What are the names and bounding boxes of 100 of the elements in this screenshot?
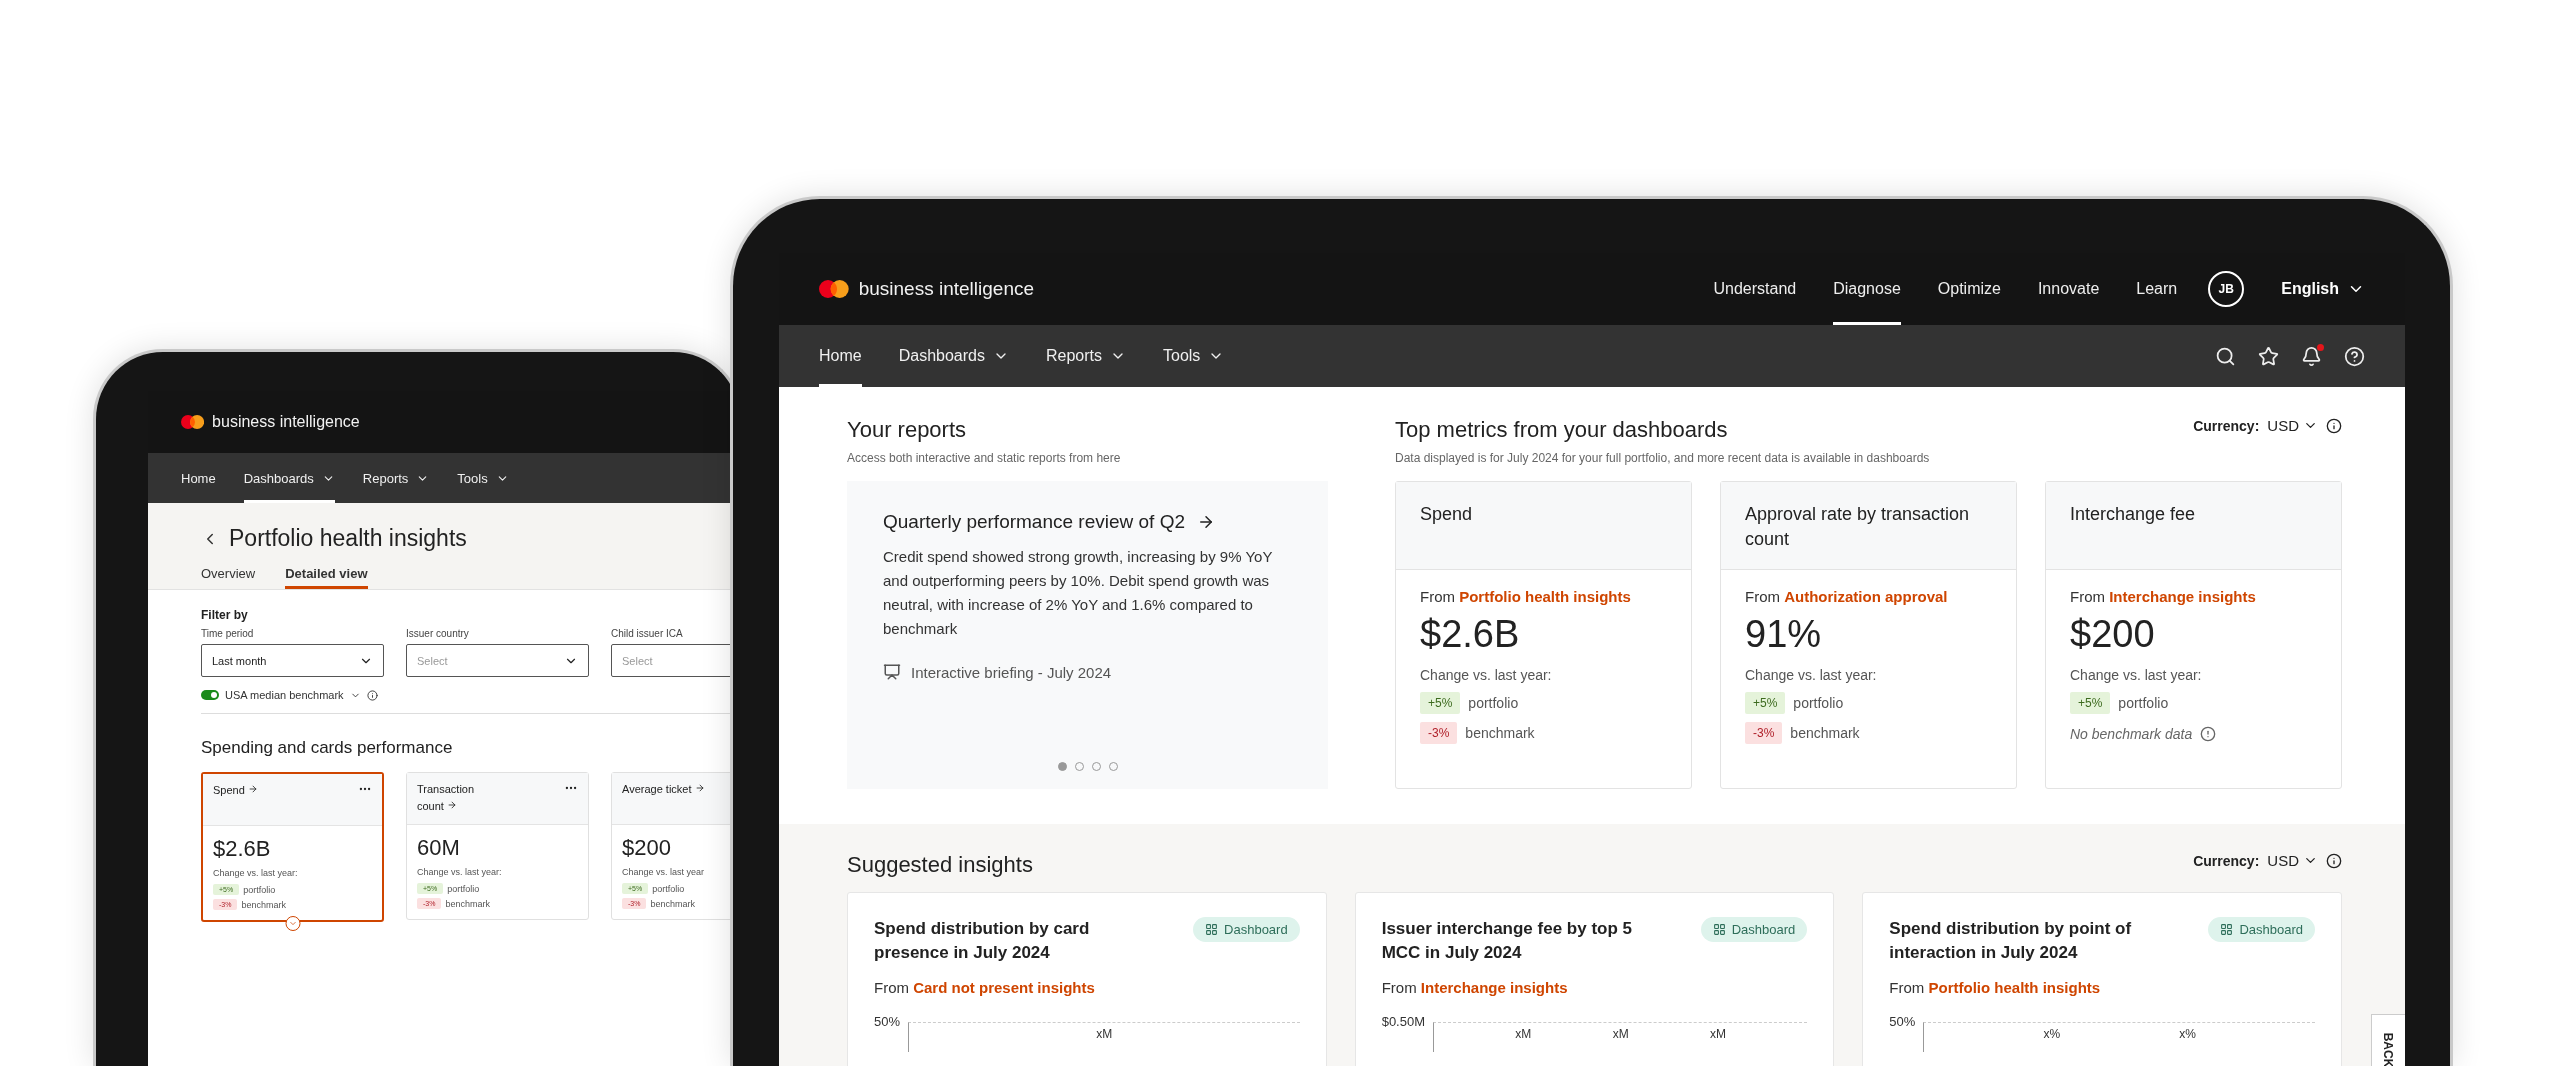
change-caption: Change vs. last year:	[417, 867, 502, 877]
change-label: portfolio	[1468, 695, 1519, 711]
bar-value-label: xM	[1709, 1026, 1726, 1043]
logo-icon	[181, 415, 205, 429]
no-data-note: No benchmark data	[2070, 726, 2193, 742]
filter-label: Child issuer ICA	[611, 628, 684, 639]
change-label: benchmark	[1790, 725, 1860, 741]
nav-item[interactable]: Reports	[362, 453, 430, 503]
search-icon[interactable]	[2215, 345, 2236, 367]
metric-value: 60M	[417, 835, 461, 861]
help-icon[interactable]	[2344, 345, 2365, 367]
source-link[interactable]: Interchange insights	[2109, 588, 2256, 605]
currency-label: Currency:	[2193, 852, 2260, 869]
top-nav-link[interactable]: Understand	[1713, 253, 1797, 325]
nav-item[interactable]: Home	[181, 453, 216, 503]
arrow-icon	[1197, 513, 1215, 531]
section-title: Your reports	[847, 417, 968, 443]
change-badge: -3%	[1420, 722, 1458, 744]
report-title[interactable]: Quarterly performance review of Q2	[883, 511, 1292, 533]
dashboard-tag: Dashboard	[1193, 917, 1300, 942]
bar-value-label: xM	[1612, 1026, 1629, 1043]
notifications-icon[interactable]	[2301, 345, 2322, 367]
bar-value-label: x%	[2179, 1026, 2196, 1043]
card-title[interactable]: Spend	[213, 782, 258, 799]
caret-icon	[288, 919, 297, 928]
user-avatar[interactable]: JB	[2208, 271, 2245, 307]
source-text: From Card not present insights	[874, 978, 1096, 996]
nav-item[interactable]: Tools	[1163, 325, 1225, 387]
star-icon[interactable]	[2258, 345, 2279, 367]
card-title: Spend	[1420, 503, 1474, 526]
filter-label: Time period	[201, 628, 255, 639]
info-icon[interactable]	[2326, 417, 2342, 434]
bar-value-label: x%	[2043, 1026, 2061, 1043]
nav-item[interactable]: Tools	[457, 453, 509, 503]
section-title: Top metrics from your dashboards	[1395, 417, 1729, 443]
insight-card[interactable]: Spend distribution by point of interaction in July 2024 Dashboard From Portfolio health insights 50% x% x%	[1862, 892, 2342, 1066]
source-text: From Portfolio health insights	[1420, 588, 1632, 605]
change-badge: +5%	[1420, 692, 1461, 714]
change-label: portfolio	[1793, 695, 1844, 711]
alert-icon	[2200, 726, 2217, 742]
info-icon[interactable]	[366, 689, 378, 701]
arrow-icon	[447, 799, 457, 810]
pager-dot[interactable]	[1057, 762, 1067, 771]
language-select[interactable]: English	[2281, 280, 2365, 298]
metric-value: $200	[2070, 613, 2156, 656]
change-label: portfolio	[447, 883, 480, 894]
report-type: Interactive briefing - July 2024	[911, 663, 1112, 681]
change-label: benchmark	[650, 898, 695, 909]
source-link[interactable]: Card not present insights	[913, 978, 1095, 996]
change-label: portfolio	[652, 883, 685, 894]
currency-select[interactable]: USD	[2267, 417, 2318, 434]
nav-item[interactable]: Home	[819, 325, 862, 387]
presentation-icon	[883, 663, 901, 681]
bar-value-label: xM	[1515, 1026, 1532, 1043]
insight-card[interactable]: Spend distribution by card presence in July 2024 Dashboard From Card not present insights 50% xM	[847, 892, 1327, 1066]
change-caption: Change vs. last year:	[2070, 667, 2202, 683]
axis-tick-label: 50%	[874, 1013, 901, 1029]
nav-item[interactable]: Reports	[1045, 325, 1126, 387]
currency-select[interactable]: USD	[2267, 852, 2318, 869]
dashboard-tag: Dashboard	[1700, 917, 1808, 942]
logo-icon	[819, 280, 849, 298]
top-nav-link[interactable]: Learn	[2136, 253, 2178, 325]
brand-name: business intelligence	[212, 413, 360, 431]
arrow-icon	[694, 783, 705, 793]
grid-icon	[2220, 923, 2234, 936]
change-label: benchmark	[1465, 725, 1535, 741]
tab[interactable]: Overview	[201, 562, 256, 589]
axis-tick-label: 50%	[1889, 1013, 1916, 1029]
change-caption: Change vs. last year:	[213, 868, 298, 878]
top-nav-link[interactable]: Innovate	[2037, 253, 2100, 325]
nav-item[interactable]: Dashboards	[898, 325, 1009, 387]
info-icon[interactable]	[2326, 852, 2342, 869]
filter-label: Issuer country	[406, 628, 470, 639]
change-badge: +5%	[1745, 692, 1786, 714]
change-badge: -3%	[1745, 722, 1783, 744]
axis-tick-label: $0.50M	[1381, 1013, 1426, 1029]
card-title: Issuer interchange fee by top 5 MCC in July 2024	[1381, 918, 1633, 964]
report-summary: Credit spend showed strong growth, increasing by 9% YoY and outperforming peers by 10%. Debit spend growth was neutral, with increase of 2% YoY and 1.6% compared to benchmark	[883, 547, 1274, 639]
section-title: Spending and cards performance	[201, 738, 454, 758]
source-link[interactable]: Interchange insights	[1420, 978, 1568, 996]
source-link[interactable]: Portfolio health insights	[1459, 588, 1631, 605]
top-nav-link[interactable]: Optimize	[1937, 253, 2001, 325]
brand-name: business intelligence	[858, 278, 1035, 300]
metric-value: $200	[622, 835, 672, 861]
grid-icon	[1712, 923, 1726, 936]
source-text: From Interchange insights	[1381, 978, 1569, 996]
metric-value: $2.6B	[1420, 613, 1521, 656]
change-badge: +5%	[2070, 692, 2111, 714]
page-title: Portfolio health insights	[229, 525, 467, 552]
source-link[interactable]: Authorization approval	[1784, 588, 1948, 605]
source-link[interactable]: Portfolio health insights	[1928, 978, 2101, 996]
insight-card[interactable]: Issuer interchange fee by top 5 MCC in July 2024 Dashboard From Interchange insights $0.50M xM xM xM	[1354, 892, 1835, 1066]
filter-select[interactable]: Last month	[201, 644, 384, 677]
tab[interactable]: Detailed view	[285, 562, 368, 589]
source-text: From Interchange insights	[2070, 588, 2257, 605]
arrow-icon	[247, 784, 258, 794]
source-text: From Portfolio health insights	[1889, 978, 2102, 996]
toggle-switch[interactable]	[201, 690, 219, 700]
change-label: portfolio	[243, 884, 276, 895]
card-title: Spend distribution by point of interaction in July 2024	[1889, 918, 2133, 964]
